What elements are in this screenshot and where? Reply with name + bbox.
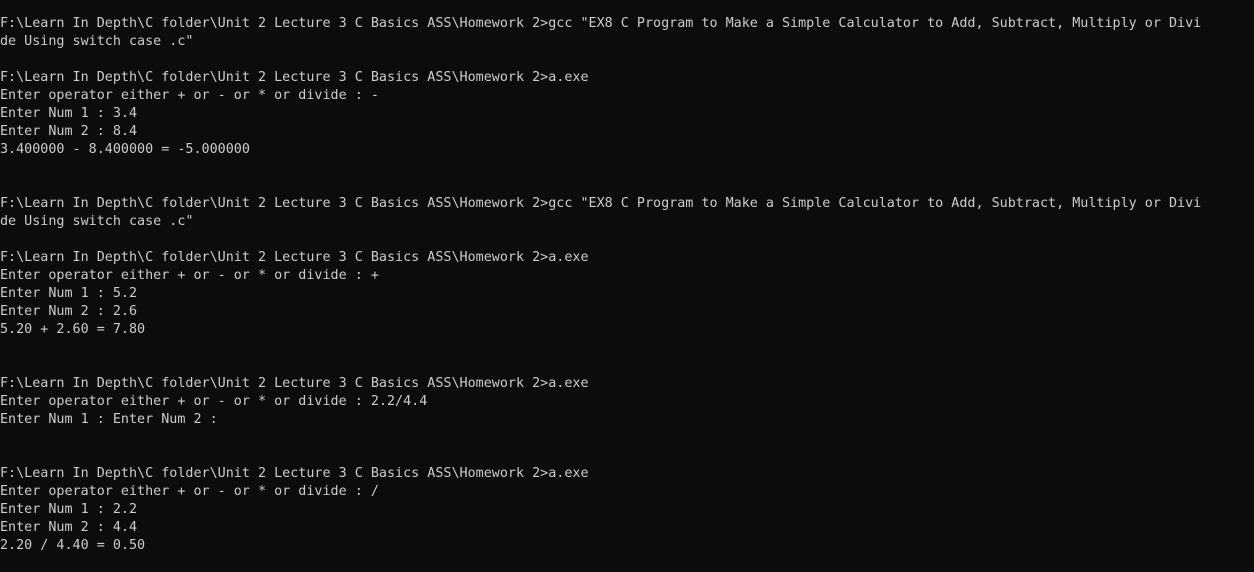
console-output[interactable]: F:\Learn In Depth\C folder\Unit 2 Lectur… [0,0,1254,572]
console-line: Enter operator either + or - or * or div… [0,88,379,103]
console-line: Enter Num 1 : 3.4 [0,106,138,121]
console-line: F:\Learn In Depth\C folder\Unit 2 Lectur… [0,376,589,391]
console-line: Enter Num 2 : 2.6 [0,304,138,319]
console-line: F:\Learn In Depth\C folder\Unit 2 Lectur… [0,466,589,481]
console-line: 2.20 / 4.40 = 0.50 [0,538,146,553]
console-line: F:\Learn In Depth\C folder\Unit 2 Lectur… [0,250,589,265]
console-line: Enter Num 1 : Enter Num 2 : [0,412,218,427]
console-line: de Using switch case .c" [0,34,194,49]
console-line: F:\Learn In Depth\C folder\Unit 2 Lectur… [0,196,1202,211]
console-line: F:\Learn In Depth\C folder\Unit 2 Lectur… [0,16,1202,31]
console-line: Enter operator either + or - or * or div… [0,268,379,283]
console-line: 5.20 + 2.60 = 7.80 [0,322,146,337]
console-line: Enter Num 2 : 8.4 [0,124,138,139]
console-line: Enter Num 1 : 5.2 [0,286,138,301]
console-line: F:\Learn In Depth\C folder\Unit 2 Lectur… [0,70,589,85]
console-line: 3.400000 - 8.400000 = -5.000000 [0,142,250,157]
console-line: Enter operator either + or - or * or div… [0,394,428,409]
console-line: de Using switch case .c" [0,214,194,229]
console-line: Enter operator either + or - or * or div… [0,484,379,499]
console-line: Enter Num 2 : 4.4 [0,520,138,535]
console-line: Enter Num 1 : 2.2 [0,502,138,517]
